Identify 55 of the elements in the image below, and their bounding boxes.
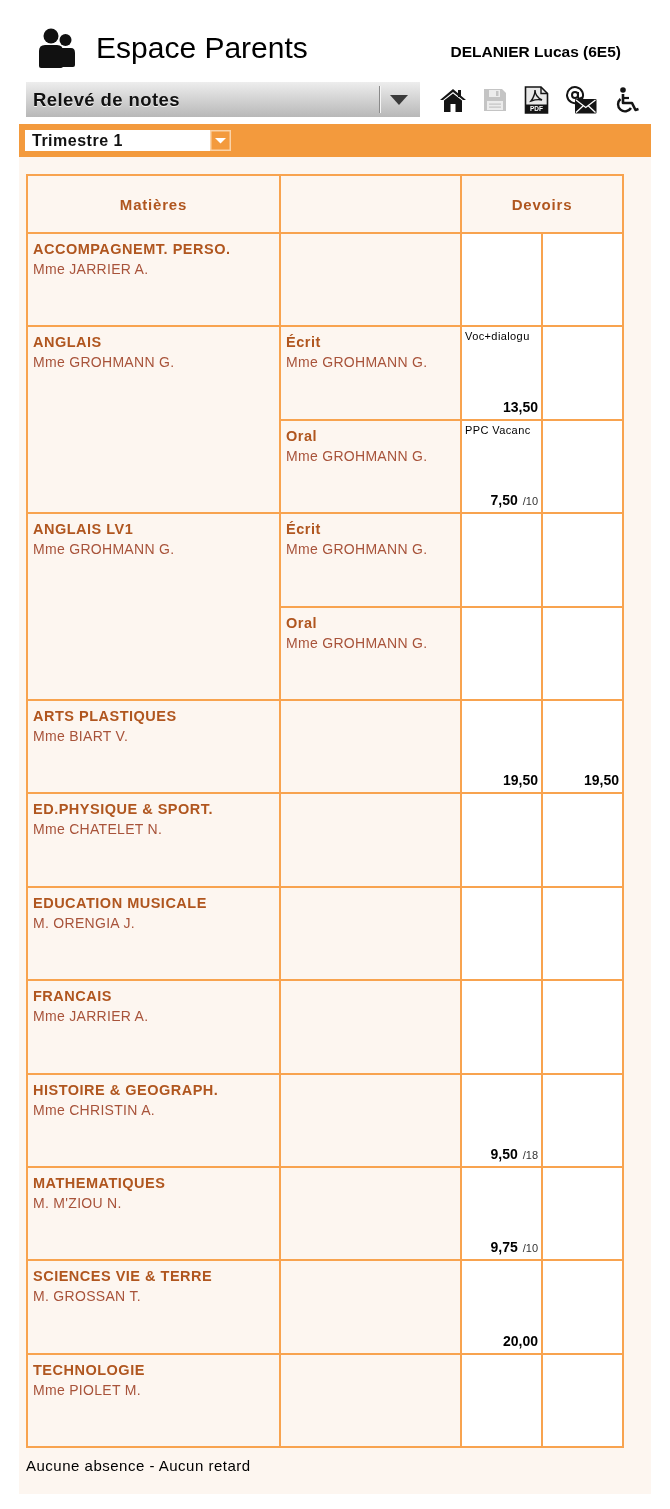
teacher-name: Mme CHATELET N. — [33, 821, 164, 838]
grade-value: 13,50 — [502, 398, 538, 415]
teacher-name: Mme GROHMANN G. — [286, 541, 429, 558]
subject-name: ARTS PLASTIQUES — [33, 707, 178, 724]
attendance-note: Aucune absence - Aucun retard — [26, 1457, 252, 1475]
teacher-name: Mme GROHMANN G. — [286, 447, 429, 464]
teacher-name: M. M'ZIOU N. — [33, 1194, 123, 1211]
grade-value: 9,50 — [490, 1145, 518, 1162]
assignment-label: Voc+dialogu — [465, 330, 530, 343]
subject-name: ANGLAIS LV1 — [33, 521, 135, 538]
subject-name: EDUCATION MUSICALE — [33, 894, 208, 911]
subject-name: MATHEMATIQUES — [33, 1174, 167, 1191]
subject-name: ANGLAIS — [33, 334, 103, 351]
teacher-name: M. ORENGIA J. — [33, 914, 136, 931]
caret-icon — [210, 130, 231, 151]
people-icon — [38, 28, 75, 68]
subject-name: TECHNOLOGIE — [33, 1361, 146, 1378]
app-title: Espace Parents — [96, 31, 308, 65]
period-select[interactable]: Trimestre 1 — [25, 130, 231, 151]
grade-value: 20,00 — [502, 1332, 538, 1349]
grade-scale: /10 — [522, 495, 538, 508]
subject-name: FRANCAIS — [33, 988, 113, 1005]
component-name: Écrit — [286, 334, 322, 351]
student-name: DELANIER Lucas (6E5) — [450, 42, 621, 61]
subject-name: ED.PHYSIQUE & SPORT. — [33, 801, 214, 818]
teacher-name: M. GROSSAN T. — [33, 1288, 142, 1305]
component-name: Oral — [286, 427, 318, 444]
teacher-name: Mme GROHMANN G. — [286, 354, 429, 371]
teacher-name: Mme JARRIER A. — [33, 1008, 150, 1025]
teacher-name: Mme BIART V. — [33, 727, 130, 744]
grade-scale: /18 — [522, 1148, 538, 1161]
at-sign-envelope-icon[interactable] — [566, 85, 597, 114]
teacher-name: Mme PIOLET M. — [33, 1381, 142, 1398]
component-name: Oral — [286, 614, 318, 631]
column-header: Devoirs — [511, 195, 573, 213]
teacher-name: Mme GROHMANN G. — [33, 541, 176, 558]
grade-scale: /10 — [522, 1242, 538, 1255]
caret-icon — [390, 94, 408, 105]
teacher-name: Mme GROHMANN G. — [33, 354, 176, 371]
teacher-name: Mme GROHMANN G. — [286, 634, 429, 651]
subject-name: ACCOMPAGNEMT. PERSO. — [33, 241, 232, 257]
component-name: Écrit — [286, 521, 322, 538]
column-header: Matières — [119, 195, 188, 213]
teacher-name: Mme CHRISTIN A. — [33, 1101, 156, 1118]
grade-value: 7,50 — [490, 492, 518, 509]
home-icon[interactable] — [440, 87, 466, 112]
subject-name: HISTOIRE & GEOGRAPH. — [33, 1081, 220, 1098]
view-select[interactable]: Relevé de notes — [26, 82, 420, 117]
teacher-name: Mme JARRIER A. — [33, 261, 150, 277]
grade-value: 19,50 — [502, 772, 538, 789]
grade-value: 9,75 — [490, 1239, 518, 1256]
subject-name: SCIENCES VIE & TERRE — [33, 1268, 214, 1285]
grade-value: 19,50 — [583, 772, 619, 789]
assignment-label: PPC Vacanc — [465, 423, 531, 436]
wheelchair-icon[interactable] — [614, 86, 640, 113]
